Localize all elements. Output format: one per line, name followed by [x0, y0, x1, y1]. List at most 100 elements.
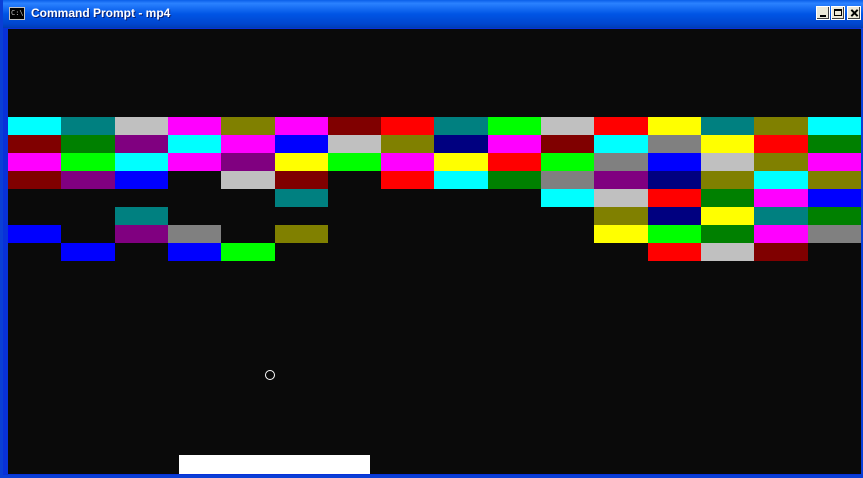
brick: [648, 225, 701, 243]
brick: [541, 189, 594, 207]
brick: [808, 153, 861, 171]
brick: [808, 207, 861, 225]
brick: [808, 189, 861, 207]
brick: [221, 135, 275, 153]
brick: [275, 117, 328, 135]
brick: [275, 225, 328, 243]
brick: [61, 117, 115, 135]
brick: [221, 153, 275, 171]
maximize-button[interactable]: [831, 6, 845, 20]
brick: [701, 153, 754, 171]
brick: [701, 171, 754, 189]
brick: [754, 243, 808, 261]
brick: [488, 171, 541, 189]
brick: [541, 117, 594, 135]
brick: [115, 225, 168, 243]
brick: [168, 153, 221, 171]
brick: [648, 243, 701, 261]
brick: [594, 207, 648, 225]
brick: [221, 117, 275, 135]
brick: [594, 135, 648, 153]
brick: [701, 243, 754, 261]
brick: [168, 135, 221, 153]
brick: [168, 225, 221, 243]
brick: [754, 117, 808, 135]
brick: [328, 153, 381, 171]
brick: [275, 189, 328, 207]
title-bar[interactable]: C:\ Command Prompt - mp4: [3, 0, 863, 28]
ball-icon: [265, 370, 275, 380]
brick: [61, 153, 115, 171]
brick: [8, 153, 61, 171]
game-area[interactable]: [8, 29, 861, 474]
brick: [648, 171, 701, 189]
brick: [701, 135, 754, 153]
brick: [381, 135, 434, 153]
brick: [541, 153, 594, 171]
brick: [754, 153, 808, 171]
brick: [275, 171, 328, 189]
brick: [488, 153, 541, 171]
brick: [115, 207, 168, 225]
brick: [808, 171, 861, 189]
brick: [754, 171, 808, 189]
brick: [594, 117, 648, 135]
brick: [61, 171, 115, 189]
cmd-icon[interactable]: C:\: [9, 7, 25, 20]
brick: [61, 243, 115, 261]
brick: [8, 171, 61, 189]
brick: [594, 153, 648, 171]
brick: [221, 243, 275, 261]
brick: [648, 117, 701, 135]
brick: [8, 117, 61, 135]
brick: [8, 135, 61, 153]
brick: [488, 117, 541, 135]
brick: [754, 189, 808, 207]
minimize-button[interactable]: [816, 6, 830, 20]
brick: [381, 153, 434, 171]
brick: [275, 135, 328, 153]
brick: [115, 117, 168, 135]
brick: [221, 171, 275, 189]
brick: [754, 135, 808, 153]
close-button[interactable]: [847, 6, 861, 20]
brick: [61, 135, 115, 153]
brick: [701, 225, 754, 243]
brick: [648, 189, 701, 207]
brick: [541, 135, 594, 153]
brick: [434, 135, 488, 153]
brick: [594, 225, 648, 243]
brick: [8, 225, 61, 243]
brick: [328, 117, 381, 135]
brick: [754, 225, 808, 243]
paddle[interactable]: [179, 455, 370, 474]
brick: [328, 135, 381, 153]
brick: [434, 171, 488, 189]
brick: [648, 207, 701, 225]
brick: [808, 117, 861, 135]
brick: [168, 117, 221, 135]
brick: [115, 135, 168, 153]
console-window: C:\ Command Prompt - mp4: [0, 0, 863, 478]
brick: [701, 189, 754, 207]
brick: [808, 135, 861, 153]
brick: [434, 153, 488, 171]
brick: [594, 171, 648, 189]
brick: [701, 117, 754, 135]
brick: [541, 171, 594, 189]
brick: [648, 153, 701, 171]
brick: [168, 243, 221, 261]
window-title: Command Prompt - mp4: [31, 6, 171, 20]
brick: [434, 117, 488, 135]
brick: [808, 225, 861, 243]
brick: [754, 207, 808, 225]
brick: [701, 207, 754, 225]
brick: [381, 117, 434, 135]
brick: [648, 135, 701, 153]
brick: [381, 171, 434, 189]
brick: [275, 153, 328, 171]
brick: [488, 135, 541, 153]
brick: [594, 189, 648, 207]
brick: [115, 153, 168, 171]
brick: [115, 171, 168, 189]
